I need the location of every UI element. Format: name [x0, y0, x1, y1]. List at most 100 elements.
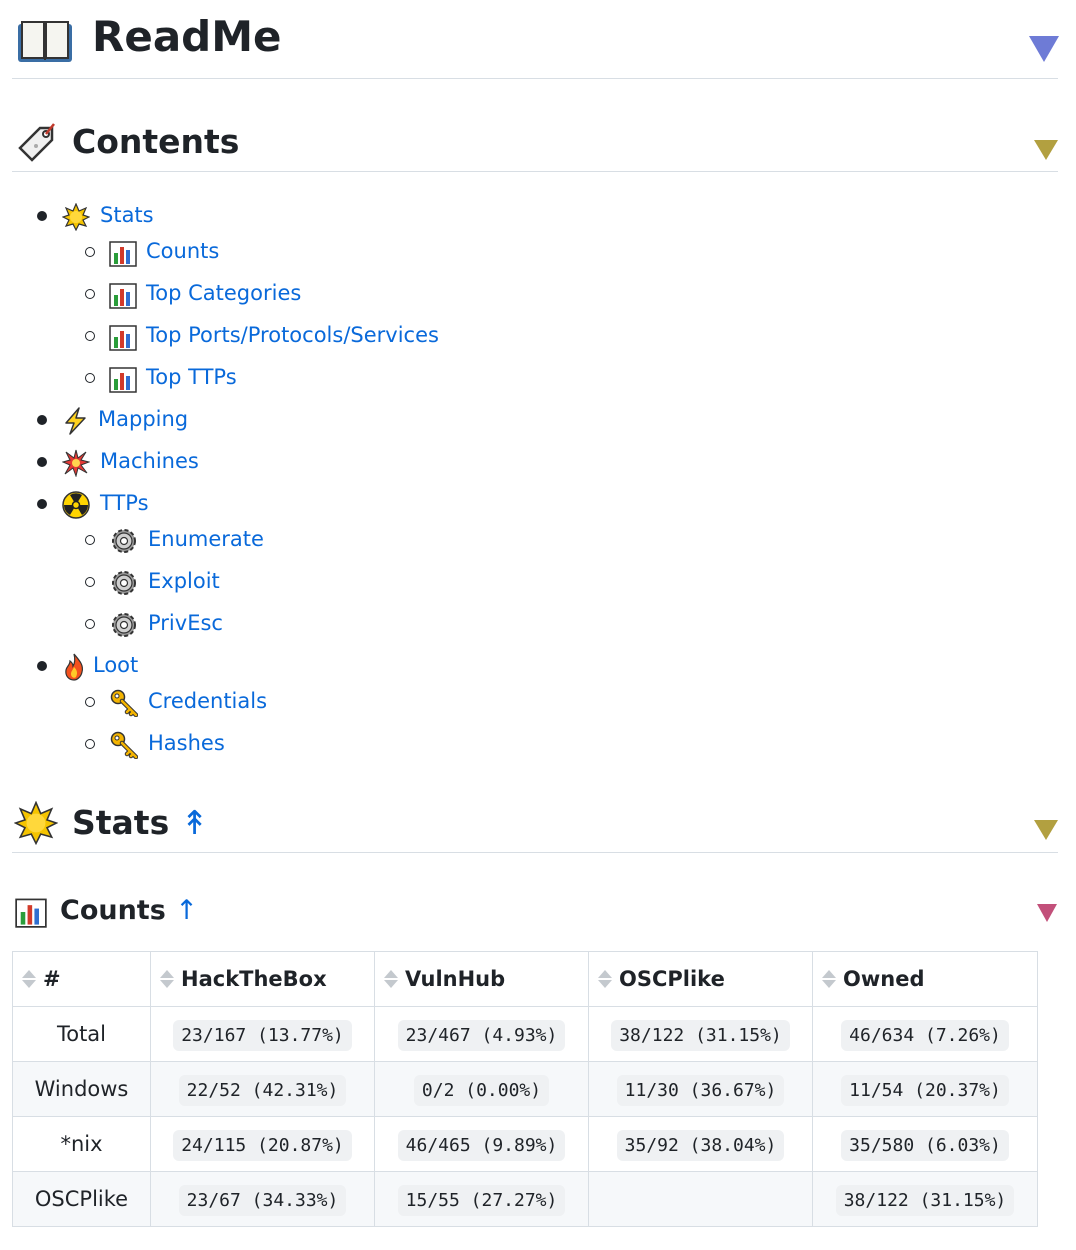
toc-bullet [85, 247, 95, 257]
bookmark-tag-icon [18, 123, 55, 162]
toc-link-counts[interactable]: Counts [146, 241, 219, 262]
stats-title: Stats ↟ [72, 806, 208, 839]
toc-link-stats[interactable]: Stats [100, 205, 154, 226]
toc-link-ttps[interactable]: TTPs [100, 493, 149, 514]
row-label: Total [12, 1006, 151, 1062]
cell-value: 23/167 (13.77%) [173, 1020, 352, 1051]
toc-link-top-ports[interactable]: Top Ports/Protocols/Services [146, 325, 439, 346]
toc-bullet [37, 661, 47, 671]
toc-bullet [37, 499, 47, 509]
lightning-icon [65, 407, 86, 435]
contents-title: Contents [72, 122, 240, 161]
table-row: OSCPlike 23/67 (34.33%) 15/55 (27.27%) 3… [12, 1171, 1038, 1227]
explosion-icon [62, 449, 90, 477]
stats-collapse-toggle[interactable] [1034, 820, 1058, 840]
cell-value: 22/52 (42.31%) [178, 1075, 347, 1106]
toc-link-credentials[interactable]: Credentials [148, 691, 267, 712]
table-cell: 23/467 (4.93%) [374, 1006, 589, 1062]
toc-link-loot[interactable]: Loot [93, 655, 138, 676]
contents-divider [12, 171, 1058, 172]
row-label: OSCPlike [12, 1171, 151, 1227]
row-label: Windows [12, 1061, 151, 1117]
sun-icon [62, 203, 90, 231]
cell-value: 0/2 (0.00%) [413, 1075, 550, 1106]
row-label: *nix [12, 1116, 151, 1172]
toc-bullet [37, 457, 47, 467]
toc-bullet [85, 535, 95, 545]
cell-value: 46/634 (7.26%) [841, 1020, 1009, 1051]
bar-chart-icon [109, 367, 137, 393]
cell-value: 11/54 (20.37%) [841, 1075, 1009, 1106]
cell-value: 24/115 (20.87%) [173, 1130, 352, 1161]
sort-icon [22, 970, 36, 988]
counts-title-text: Counts [60, 895, 166, 926]
counts-title: Counts ↑ [60, 897, 198, 924]
bar-chart-icon [109, 241, 137, 267]
sort-icon [822, 970, 836, 988]
table-cell: 23/167 (13.77%) [150, 1006, 375, 1062]
gear-icon [112, 571, 136, 595]
toc-link-enumerate[interactable]: Enumerate [148, 529, 264, 550]
toc-bullet [85, 739, 95, 749]
toc-bullet [85, 577, 95, 587]
table-cell: 22/52 (42.31%) [150, 1061, 375, 1117]
column-header[interactable]: VulnHub [374, 951, 589, 1007]
toc-link-top-ttps[interactable]: Top TTPs [146, 367, 237, 388]
toc-bullet [85, 289, 95, 299]
column-header[interactable]: OSCPlike [588, 951, 813, 1007]
open-book-icon [18, 21, 72, 62]
back-to-stats-link[interactable]: ↑ [175, 895, 198, 926]
cell-value: 23/67 (34.33%) [178, 1185, 347, 1216]
toc-bullet [85, 373, 95, 383]
sort-icon [598, 970, 612, 988]
counts-table: # HackTheBox VulnHub OSCPlike Owned Tota… [12, 951, 1038, 1227]
cell-value: 38/122 (31.15%) [835, 1185, 1015, 1216]
cell-value: 23/467 (4.93%) [397, 1020, 566, 1051]
toc-link-mapping[interactable]: Mapping [98, 409, 188, 430]
toc-bullet [37, 415, 47, 425]
column-header[interactable]: Owned [812, 951, 1038, 1007]
sort-icon [384, 970, 398, 988]
counts-collapse-toggle[interactable] [1037, 904, 1057, 922]
radioactive-icon [62, 491, 90, 519]
column-header[interactable]: HackTheBox [150, 951, 375, 1007]
cell-value: 15/55 (27.27%) [397, 1185, 566, 1216]
table-cell: 11/54 (20.37%) [812, 1061, 1038, 1117]
toc-link-hashes[interactable]: Hashes [148, 733, 225, 754]
toc-link-exploit[interactable]: Exploit [148, 571, 220, 592]
table-cell: 35/92 (38.04%) [588, 1116, 813, 1172]
fire-icon [65, 653, 84, 681]
column-header-label: HackTheBox [181, 967, 327, 991]
toc-bullet [85, 697, 95, 707]
sun-icon [14, 801, 58, 845]
toc-link-top-categories[interactable]: Top Categories [146, 283, 301, 304]
cell-value: 38/122 (31.15%) [611, 1020, 790, 1051]
back-to-top-link[interactable]: ↟ [181, 803, 209, 842]
readme-title: ReadMe [92, 12, 282, 61]
table-cell: 46/634 (7.26%) [812, 1006, 1038, 1062]
cell-value: 35/580 (6.03%) [841, 1130, 1009, 1161]
column-header-label: # [43, 967, 61, 991]
table-row: Total 23/167 (13.77%) 23/467 (4.93%) 38/… [12, 1006, 1038, 1062]
gear-icon [112, 529, 136, 553]
column-header[interactable]: # [12, 951, 151, 1007]
toc-link-privesc[interactable]: PrivEsc [148, 613, 223, 634]
sort-icon [160, 970, 174, 988]
column-header-label: OSCPlike [619, 967, 725, 991]
table-cell: 35/580 (6.03%) [812, 1116, 1038, 1172]
readme-collapse-toggle[interactable] [1029, 36, 1059, 62]
table-cell: 15/55 (27.27%) [374, 1171, 589, 1227]
column-header-label: VulnHub [405, 967, 506, 991]
readme-divider [12, 78, 1058, 79]
table-cell: 46/465 (9.89%) [374, 1116, 589, 1172]
gear-icon [112, 613, 136, 637]
toc-link-machines[interactable]: Machines [100, 451, 199, 472]
bar-chart-icon [109, 283, 137, 309]
bar-chart-icon [15, 898, 47, 928]
stats-divider [12, 852, 1058, 853]
key-icon [110, 731, 138, 759]
table-header-row: # HackTheBox VulnHub OSCPlike Owned [12, 951, 1038, 1007]
column-header-label: Owned [843, 967, 925, 991]
contents-collapse-toggle[interactable] [1034, 140, 1058, 160]
table-row: Windows 22/52 (42.31%) 0/2 (0.00%) 11/30… [12, 1061, 1038, 1117]
